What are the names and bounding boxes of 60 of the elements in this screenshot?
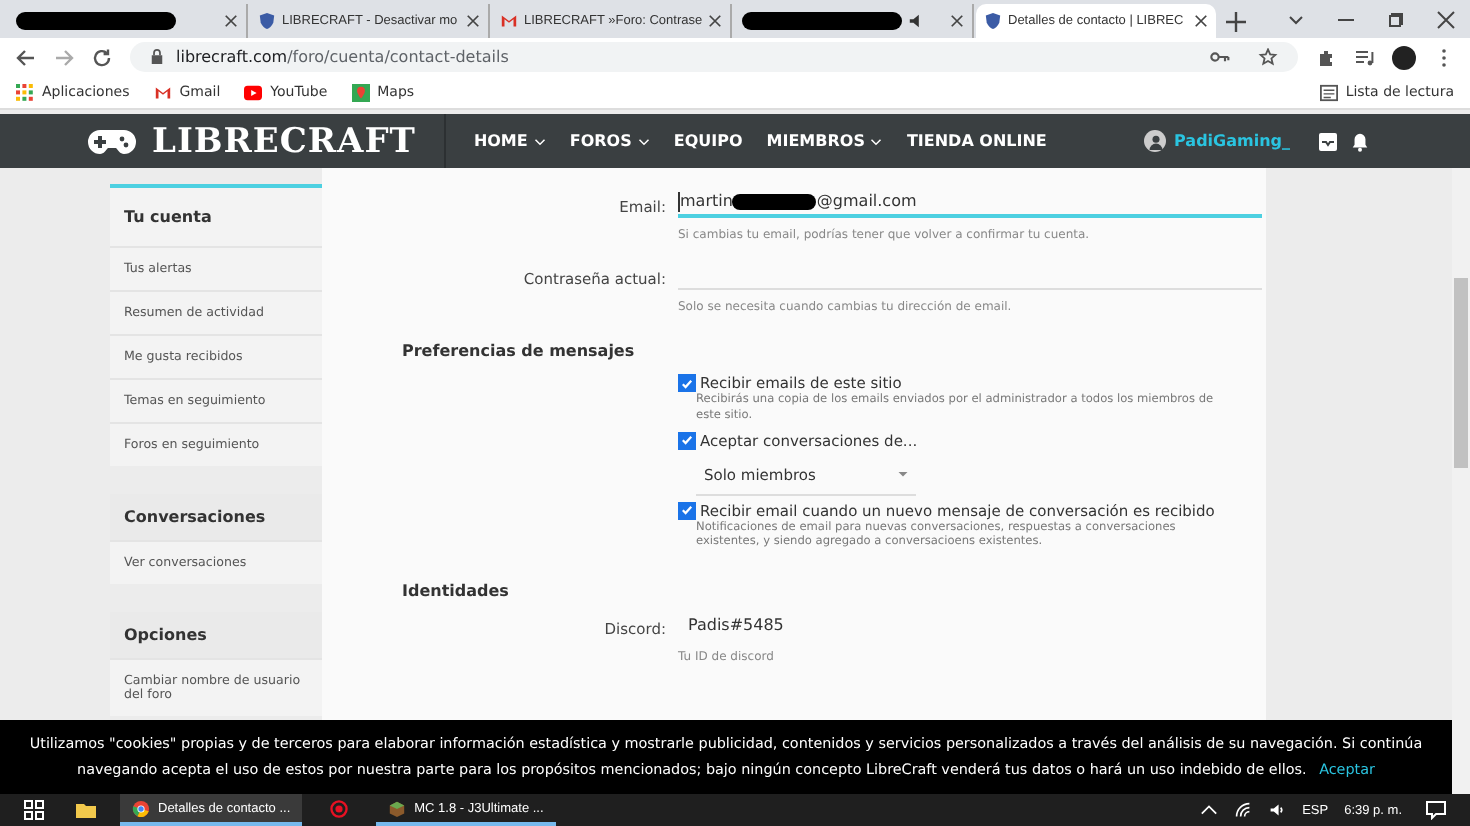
- sidebar-heading: Opciones: [110, 612, 322, 658]
- chevron-down-icon[interactable]: [1286, 10, 1306, 30]
- caret-icon: [533, 137, 546, 145]
- puzzle-icon[interactable]: [1316, 47, 1336, 67]
- close-icon[interactable]: [224, 14, 238, 28]
- section-heading: Identidades: [400, 580, 511, 605]
- address-bar[interactable]: librecraft.com/foro/cuenta/contact-details: [130, 42, 1298, 72]
- nav-link[interactable]: FOROS: [569, 132, 650, 150]
- apps-grid-icon: [16, 83, 34, 101]
- caret-icon: [898, 471, 908, 478]
- media-list-icon[interactable]: [1354, 47, 1374, 67]
- task-view-icon[interactable]: [24, 800, 44, 820]
- close-icon[interactable]: [950, 14, 964, 28]
- mail-icon: [153, 83, 172, 101]
- check-icon: [680, 375, 694, 391]
- list-icon: [1319, 83, 1338, 101]
- folder-icon[interactable]: [76, 800, 96, 820]
- user-avatar[interactable]: [1144, 130, 1167, 152]
- sidebar-heading: Conversaciones: [110, 494, 322, 540]
- speaker-icon[interactable]: [1268, 802, 1287, 818]
- block-icon: [388, 799, 407, 817]
- email-field[interactable]: martin @gmail.com: [678, 188, 1262, 218]
- caret-icon: [637, 137, 650, 145]
- shield-icon: [258, 12, 276, 30]
- profile-avatar[interactable]: [1392, 45, 1416, 69]
- chevron-up-icon[interactable]: [1200, 802, 1219, 818]
- key-icon[interactable]: [1210, 48, 1230, 66]
- restore-icon[interactable]: [1386, 10, 1406, 30]
- check-icon: [680, 432, 694, 449]
- nav-link[interactable]: EQUIPO: [673, 132, 743, 150]
- wifi-icon[interactable]: [1234, 802, 1253, 818]
- scrollbar[interactable]: [1452, 168, 1470, 794]
- shield-icon: [984, 12, 1002, 30]
- nav-link[interactable]: TIENDA ONLINE: [906, 132, 1047, 150]
- close-icon[interactable]: [1436, 10, 1456, 30]
- play-icon: [244, 83, 263, 101]
- check-icon: [680, 502, 694, 519]
- close-icon[interactable]: [1194, 14, 1208, 28]
- reload-icon[interactable]: [92, 47, 112, 67]
- redaction-scribble: [732, 193, 817, 209]
- map-pin-icon: [351, 83, 370, 101]
- discord-field[interactable]: Padis#5485: [678, 610, 1262, 641]
- caret-icon: [870, 137, 883, 145]
- inbox-icon[interactable]: [1318, 131, 1338, 151]
- browser-icon: [132, 799, 150, 817]
- star-icon[interactable]: [1258, 48, 1278, 66]
- nav-link[interactable]: MIEMBROS: [766, 132, 883, 150]
- nav-link[interactable]: HOME: [473, 132, 546, 150]
- notification-icon[interactable]: [1426, 800, 1446, 820]
- close-icon[interactable]: [466, 14, 480, 28]
- site-logo[interactable]: LIBRECRAFT: [152, 121, 416, 161]
- back-icon[interactable]: [16, 47, 36, 67]
- gamepad-icon: [88, 127, 136, 155]
- mail-icon: [500, 12, 518, 30]
- section-heading: Preferencias de mensajes: [400, 340, 637, 364]
- bell-icon[interactable]: [1350, 131, 1370, 151]
- lock-icon: [150, 48, 164, 66]
- username-link[interactable]: PadiGaming_: [1174, 132, 1290, 150]
- record-icon: [330, 799, 349, 817]
- close-icon[interactable]: [708, 14, 723, 28]
